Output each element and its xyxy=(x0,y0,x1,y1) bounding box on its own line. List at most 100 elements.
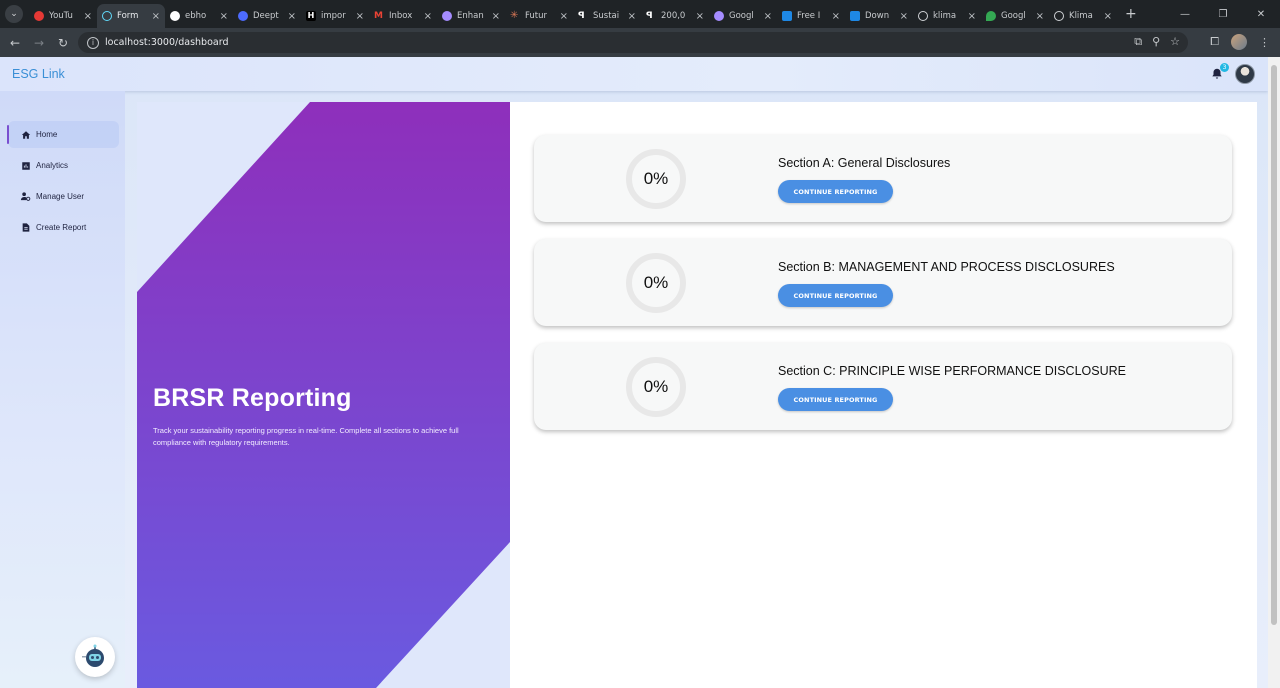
sidebar-item-label: Manage User xyxy=(36,192,85,201)
close-icon[interactable]: × xyxy=(152,11,160,22)
sidebar-item-label: Home xyxy=(36,130,58,139)
robot-icon xyxy=(82,644,104,667)
more-menu-icon[interactable]: ⋮ xyxy=(1259,36,1270,49)
toolbar-right: ⧠ ⋮ xyxy=(1210,34,1270,50)
browser-tab[interactable]: Down × xyxy=(845,4,913,28)
browser-tab[interactable]: Klima × xyxy=(1049,4,1117,28)
browser-tab-active[interactable]: Form × xyxy=(97,4,165,28)
hero-banner: BRSR Reporting Track your sustainability… xyxy=(137,102,510,688)
tab-title: Sustai xyxy=(593,11,620,21)
close-icon[interactable]: × xyxy=(356,11,364,22)
close-icon[interactable]: × xyxy=(696,11,704,22)
tab-title: Down xyxy=(865,11,890,21)
gmail-icon: M xyxy=(374,11,383,21)
page-scrollbar[interactable] xyxy=(1268,57,1280,688)
browser-tab[interactable]: Himpor × xyxy=(301,4,369,28)
sidebar-item-analytics[interactable]: Analytics xyxy=(8,152,119,179)
maps-icon xyxy=(986,11,996,21)
close-icon[interactable]: × xyxy=(84,11,92,22)
browser-tab[interactable]: Deept × xyxy=(233,4,301,28)
sidebar-item-manage-user[interactable]: Manage User xyxy=(8,183,119,210)
close-icon[interactable]: × xyxy=(492,11,500,22)
close-icon[interactable]: × xyxy=(832,11,840,22)
progress-ring: 0% xyxy=(626,149,686,209)
close-icon[interactable]: × xyxy=(900,11,908,22)
close-icon[interactable]: × xyxy=(968,11,976,22)
bookmark-star-icon[interactable]: ☆ xyxy=(1170,35,1180,49)
zoom-icon[interactable]: ⚲ xyxy=(1152,35,1160,49)
app-window: ESG Link 3 Home Analytics Manage User Cr… xyxy=(0,57,1268,688)
browser-tab[interactable]: ꟼ 200,0 × xyxy=(641,4,709,28)
section-card: 0% Section B: MANAGEMENT AND PROCESS DIS… xyxy=(534,239,1232,326)
tab-title: Inbox xyxy=(389,11,413,21)
browser-tab[interactable]: Free I × xyxy=(777,4,845,28)
close-icon[interactable]: × xyxy=(628,11,636,22)
section-title: Section A: General Disclosures xyxy=(778,156,951,170)
card-icon xyxy=(782,11,792,21)
browser-tab[interactable]: klima × xyxy=(913,4,981,28)
section-title: Section B: MANAGEMENT AND PROCESS DISCLO… xyxy=(778,260,1115,274)
react-icon xyxy=(102,11,112,21)
install-app-icon[interactable]: ⧉ xyxy=(1134,35,1142,49)
tab-title: Klima xyxy=(1069,11,1093,21)
forward-arrow-icon[interactable]: → xyxy=(27,36,51,50)
url-text[interactable]: localhost:3000/dashboard xyxy=(105,37,228,48)
browser-tab[interactable]: ✳ Futur × xyxy=(505,4,573,28)
address-bar[interactable]: i localhost:3000/dashboard ⧉ ⚲ ☆ xyxy=(78,32,1188,53)
section-title: Section C: PRINCIPLE WISE PERFORMANCE DI… xyxy=(778,364,1126,378)
sidebar-nav: Home Analytics Manage User Create Report xyxy=(0,91,125,241)
browser-tab[interactable]: ebho × xyxy=(165,4,233,28)
continue-reporting-button[interactable]: CONTINUE REPORTING xyxy=(778,388,893,411)
deepseek-icon xyxy=(238,11,248,21)
profile-avatar-icon[interactable] xyxy=(1231,34,1247,50)
extensions-icon[interactable]: ⧠ xyxy=(1210,35,1219,49)
close-icon[interactable]: × xyxy=(1036,11,1044,22)
globe-icon xyxy=(918,11,928,21)
sidebar-item-home[interactable]: Home xyxy=(7,121,119,148)
maximize-icon[interactable]: ❐ xyxy=(1204,9,1242,20)
brand-logo[interactable]: ESG Link xyxy=(12,67,65,81)
section-card: 0% Section C: PRINCIPLE WISE PERFORMANCE… xyxy=(534,343,1232,430)
user-avatar[interactable] xyxy=(1235,64,1255,84)
browser-tab[interactable]: Enhan × xyxy=(437,4,505,28)
close-icon[interactable]: × xyxy=(1104,11,1112,22)
continue-reporting-button[interactable]: CONTINUE REPORTING xyxy=(778,180,893,203)
progress-value: 0% xyxy=(643,169,669,188)
browser-tab[interactable]: ꟼ Sustai × xyxy=(573,4,641,28)
close-icon[interactable]: × xyxy=(764,11,772,22)
tab-title: Free I xyxy=(797,11,821,21)
close-icon[interactable]: × xyxy=(288,11,296,22)
tab-search-icon[interactable]: ⌄ xyxy=(5,5,23,23)
tab-title: Googl xyxy=(1001,11,1026,21)
sidebar-item-create-report[interactable]: Create Report xyxy=(8,214,119,241)
browser-tab[interactable]: Googl × xyxy=(981,4,1049,28)
hero-description: Track your sustainability reporting prog… xyxy=(153,426,459,447)
chatbot-button[interactable] xyxy=(75,637,115,677)
close-icon[interactable]: × xyxy=(424,11,432,22)
user-gear-icon xyxy=(20,191,31,202)
minimize-icon[interactable]: — xyxy=(1166,9,1204,20)
p-icon: ꟼ xyxy=(646,11,653,21)
new-tab-icon[interactable]: + xyxy=(1125,6,1137,22)
sidebar-item-label: Analytics xyxy=(36,161,69,170)
continue-reporting-button[interactable]: CONTINUE REPORTING xyxy=(778,284,893,307)
close-icon[interactable]: × xyxy=(220,11,228,22)
browser-tab[interactable]: M Inbox × xyxy=(369,4,437,28)
github-icon xyxy=(170,11,180,21)
window-controls: — ❐ ✕ xyxy=(1166,0,1280,28)
tab-strip: YouTu × Form × ebho × Deept × Himpor × M Inbox… xyxy=(29,0,1137,28)
reload-icon[interactable]: ↻ xyxy=(51,36,75,50)
tab-title: klima xyxy=(933,11,957,21)
scrollbar-thumb[interactable] xyxy=(1271,65,1277,625)
browser-tab[interactable]: Googl × xyxy=(709,4,777,28)
tab-title: YouTu xyxy=(49,11,73,21)
back-arrow-icon[interactable]: ← xyxy=(3,36,27,50)
close-icon[interactable]: × xyxy=(560,11,568,22)
browser-tab[interactable]: YouTu × xyxy=(29,4,97,28)
card-icon xyxy=(850,11,860,21)
sections-panel: 0% Section A: General Disclosures CONTIN… xyxy=(510,102,1257,688)
browser-tab-bar: ⌄ YouTu × Form × ebho × Deept × Himpor × M Inb… xyxy=(0,0,1280,28)
site-info-icon[interactable]: i xyxy=(87,36,99,49)
close-window-icon[interactable]: ✕ xyxy=(1242,9,1280,20)
globe-icon xyxy=(1054,11,1064,21)
